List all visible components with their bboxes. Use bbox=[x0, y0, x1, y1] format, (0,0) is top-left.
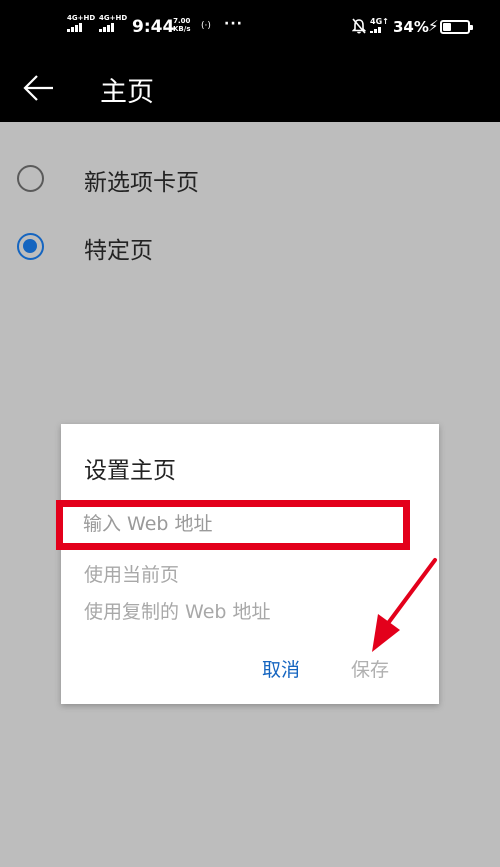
dialog-title: 设置主页 bbox=[84, 458, 176, 484]
url-input[interactable] bbox=[81, 504, 399, 544]
network-speed: 7.00 KB/s bbox=[173, 17, 190, 33]
more-notifications-icon: ··· bbox=[224, 16, 243, 32]
use-copied-address-option[interactable]: 使用复制的 Web 地址 bbox=[84, 597, 271, 624]
signal-bars-icon bbox=[67, 23, 95, 32]
cancel-button[interactable]: 取消 bbox=[262, 655, 300, 682]
battery-fill bbox=[443, 23, 452, 31]
clock: 9:44 bbox=[132, 17, 175, 37]
signal-bars-icon bbox=[370, 27, 389, 33]
battery-icon bbox=[440, 20, 473, 34]
speed-unit: KB/s bbox=[173, 25, 191, 33]
back-arrow-icon[interactable] bbox=[22, 71, 56, 105]
option-label: 特定页 bbox=[84, 238, 153, 264]
speed-value: 7.00 bbox=[173, 17, 191, 25]
radio-new-tab-page[interactable] bbox=[17, 165, 44, 192]
hotspot-icon: (·) bbox=[201, 21, 211, 31]
option-label: 新选项卡页 bbox=[84, 170, 199, 196]
signal-1: 4G+HD bbox=[67, 14, 95, 32]
page-title: 主页 bbox=[100, 77, 154, 108]
network-type-label: 4G+HD bbox=[99, 14, 128, 22]
set-homepage-dialog: 设置主页 使用当前页 使用复制的 Web 地址 取消 保存 bbox=[61, 424, 439, 704]
app-bar: 主页 bbox=[0, 55, 500, 122]
signal-bars-icon bbox=[99, 23, 127, 32]
charging-icon: ⚡ bbox=[428, 17, 439, 35]
save-button[interactable]: 保存 bbox=[351, 655, 389, 682]
status-bar: 4G+HD 4G+HD 9:44 7.00 KB/s (·) ··· 4G↑ 3… bbox=[0, 0, 500, 55]
option-specific-page[interactable]: 特定页 bbox=[0, 217, 500, 277]
use-current-page-option[interactable]: 使用当前页 bbox=[84, 560, 179, 587]
network-type-label: 4G↑ bbox=[370, 17, 389, 33]
network-type-text: 4G↑ bbox=[370, 17, 389, 26]
network-type-label: 4G+HD bbox=[67, 14, 96, 22]
signal-2: 4G+HD bbox=[99, 14, 127, 32]
mute-bell-icon bbox=[352, 18, 366, 34]
battery-percentage: 34% bbox=[393, 18, 429, 36]
option-new-tab-page[interactable]: 新选项卡页 bbox=[0, 149, 500, 209]
radio-specific-page[interactable] bbox=[17, 233, 44, 260]
battery-nub bbox=[470, 25, 473, 30]
